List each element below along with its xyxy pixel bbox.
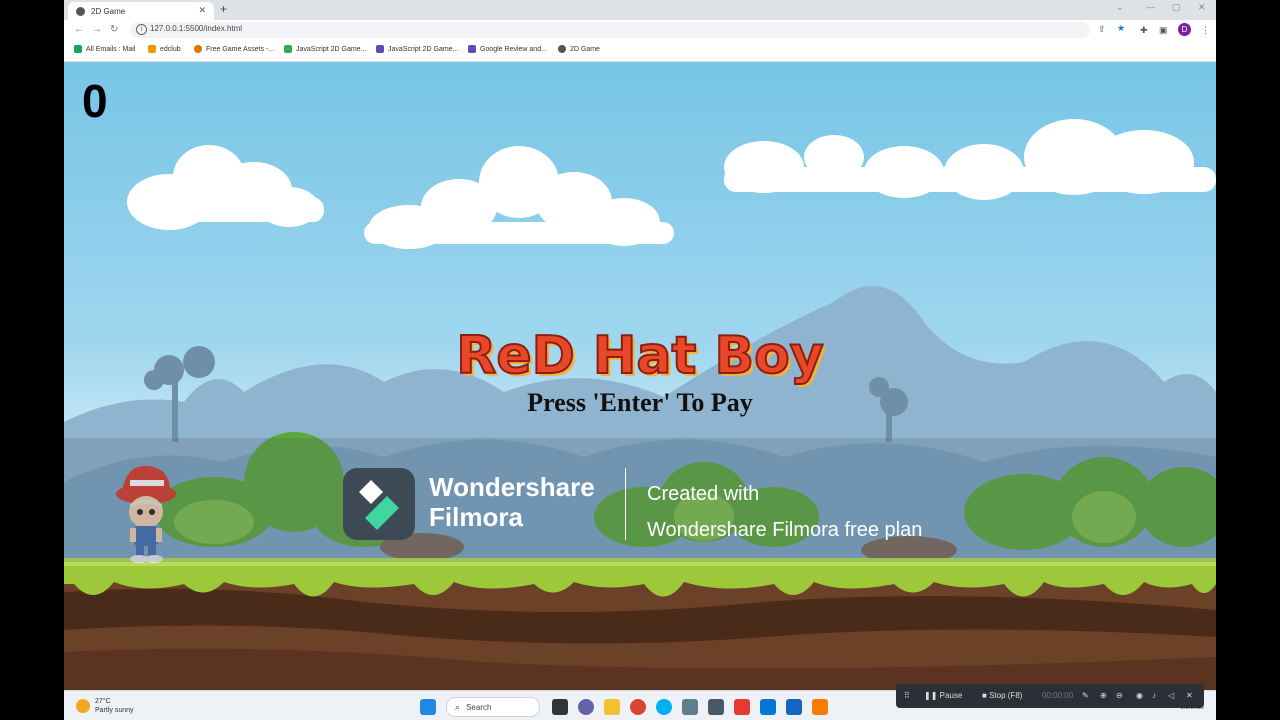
stop-button[interactable]: ■ Stop (F8) — [982, 691, 1022, 700]
webcam-icon[interactable]: ◉ — [1136, 691, 1143, 700]
search-icon: ⌕ — [455, 701, 461, 712]
taskbar-search[interactable]: ⌕ Search — [446, 697, 540, 717]
score-counter: 0 — [82, 75, 108, 127]
address-bar[interactable]: i 127.0.0.1:5500/index.html ⇪ ★ — [130, 22, 1125, 38]
watermark-brand-line2: Filmora — [429, 502, 523, 532]
speaker-icon[interactable]: ◁ — [1168, 691, 1174, 700]
chevron-down-icon[interactable]: ⌄ — [1116, 2, 1124, 13]
file-explorer-icon[interactable] — [604, 699, 620, 715]
extensions-icon[interactable]: ✚ — [1140, 25, 1148, 36]
chrome-icon[interactable] — [630, 699, 646, 715]
partly-sunny-icon — [76, 699, 90, 713]
bookmark-item[interactable]: JavaScript 2D Game... — [284, 45, 366, 53]
close-window-icon[interactable]: ✕ — [1198, 2, 1206, 13]
watermark-created-line1: Created with — [647, 483, 760, 505]
recorder-bar: ⠿ ❚❚ Pause ■ Stop (F8) 00:00:00 ✎ ⊕ ⊖ ◉ … — [896, 684, 1204, 708]
bookmark-item[interactable]: Google Review and... — [468, 45, 547, 53]
bookmark-label: JavaScript 2D Game... — [388, 45, 459, 53]
watermark-divider — [625, 468, 626, 540]
start-prompt: Press 'Enter' To Pay — [527, 388, 753, 417]
bookmark-item[interactable]: 2D Game — [558, 45, 600, 53]
screen: 2D Game ✕ + ⌄ — ▢ ✕ ← → ↻ i 127.0.0.1:55… — [64, 0, 1216, 720]
maximize-icon[interactable]: ▢ — [1172, 2, 1181, 13]
info-icon[interactable]: i — [136, 24, 147, 35]
game-title: ReD Hat Boy — [455, 325, 824, 387]
forward-icon[interactable]: → — [92, 24, 102, 35]
watermark-brand-line1: Wondershare — [429, 472, 595, 502]
form-icon — [468, 45, 476, 53]
bookmark-item[interactable]: Free Game Assets -... — [194, 45, 274, 53]
app-icon[interactable] — [812, 699, 828, 715]
star-icon[interactable]: ★ — [1117, 23, 1125, 34]
side-panel-icon[interactable]: ▣ — [1159, 25, 1168, 36]
weather-widget[interactable]: 27°C Partly sunny — [76, 697, 134, 715]
browser-toolbar: ← → ↻ i 127.0.0.1:5500/index.html ⇪ ★ ✚ … — [64, 20, 1216, 41]
bookmark-item[interactable]: All Emails : Mail — [74, 45, 135, 53]
settings-gear-icon[interactable] — [708, 699, 724, 715]
watermark-created-line2: Wondershare Filmora free plan — [647, 519, 923, 541]
reload-icon[interactable]: ↻ — [110, 24, 118, 35]
calculator-icon[interactable] — [682, 699, 698, 715]
bookmark-item[interactable]: edclub — [148, 45, 181, 53]
tab-2d-game[interactable]: 2D Game ✕ — [68, 2, 214, 20]
watermark-brand: Wondershare Filmora — [429, 472, 595, 532]
task-view-icon[interactable] — [552, 699, 568, 715]
filmora-watermark: Wondershare Filmora Created with Wonders… — [64, 438, 1216, 562]
doc-icon — [376, 45, 384, 53]
edclub-icon — [148, 45, 156, 53]
bookmark-label: edclub — [160, 45, 181, 53]
app-icon[interactable] — [786, 699, 802, 715]
pause-label: Pause — [939, 691, 963, 700]
windows-start-icon[interactable] — [420, 699, 436, 715]
close-icon[interactable]: ✕ — [1186, 691, 1193, 700]
stop-icon: ■ — [982, 691, 990, 700]
tab-strip: 2D Game ✕ + ⌄ — ▢ ✕ — [64, 0, 1216, 20]
minimize-icon[interactable]: — — [1146, 2, 1155, 12]
zoom-out-icon[interactable]: ⊖ — [1116, 691, 1123, 700]
weather-condition: Partly sunny — [95, 707, 134, 714]
app-icon[interactable] — [734, 699, 750, 715]
drive-icon — [284, 45, 292, 53]
clouds — [127, 119, 1216, 249]
pause-button[interactable]: ❚❚ Pause — [924, 691, 962, 700]
bookmark-label: 2D Game — [570, 45, 600, 53]
search-label: Search — [466, 702, 492, 712]
stop-label: Stop — [989, 691, 1006, 700]
temperature: 27°C — [95, 698, 111, 705]
vscode-icon[interactable] — [760, 699, 776, 715]
recording-time: 00:00:00 — [1042, 691, 1074, 700]
filmora-logo-icon — [343, 468, 415, 540]
back-icon[interactable]: ← — [74, 24, 84, 35]
bookmark-item[interactable]: JavaScript 2D Game... — [376, 45, 458, 53]
mail-icon — [74, 45, 82, 53]
watermark-created: Created with Wondershare Filmora free pl… — [647, 476, 922, 548]
share-icon[interactable]: ⇪ — [1098, 24, 1106, 35]
zoom-in-icon[interactable]: ⊕ — [1100, 691, 1107, 700]
bookmarks-bar: All Emails : Mail edclub Free Game Asset… — [64, 41, 1216, 62]
bookmark-label: JavaScript 2D Game... — [296, 45, 367, 53]
profile-avatar[interactable]: D — [1178, 23, 1191, 36]
new-tab-button[interactable]: + — [220, 2, 227, 16]
bookmark-label: Google Review and... — [480, 45, 547, 53]
chat-icon[interactable] — [578, 699, 594, 715]
microphone-icon[interactable]: ♪ — [1152, 691, 1156, 700]
menu-icon[interactable]: ⋮ — [1201, 25, 1210, 36]
tab-title: 2D Game — [91, 6, 126, 16]
game-assets-icon — [194, 45, 202, 53]
taskbar-apps: ⌕ Search — [420, 697, 838, 717]
close-tab-icon[interactable]: ✕ — [198, 5, 206, 16]
url-text: 127.0.0.1:5500/index.html — [150, 24, 243, 33]
globe-icon — [76, 6, 85, 16]
drag-handle-icon[interactable]: ⠿ — [904, 691, 910, 700]
skype-icon[interactable] — [656, 699, 672, 715]
pause-icon: ❚❚ — [924, 691, 940, 700]
game-canvas[interactable]: 0 ReD Hat Boy Press 'Enter' To Pay Wonde… — [64, 62, 1216, 690]
stop-shortcut: (F8) — [1007, 691, 1023, 700]
bookmark-label: All Emails : Mail — [86, 45, 136, 53]
pen-icon[interactable]: ✎ — [1082, 691, 1089, 700]
bookmark-label: Free Game Assets -... — [206, 45, 275, 53]
globe-icon — [558, 45, 566, 53]
